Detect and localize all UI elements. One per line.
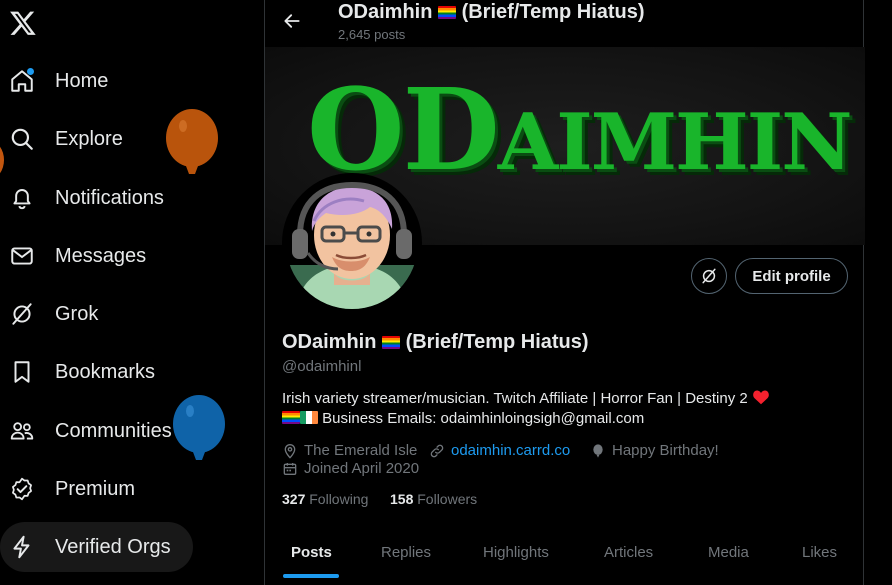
profile-handle: @odaimhinl xyxy=(282,358,362,375)
sidebar-item-explore[interactable]: Explore xyxy=(0,114,145,164)
back-button[interactable] xyxy=(279,8,305,34)
notification-dot xyxy=(27,68,34,75)
sidebar-item-verified-orgs[interactable]: Verified Orgs xyxy=(0,522,193,572)
sidebar-item-label: Verified Orgs xyxy=(55,535,171,558)
sidebar-item-label: Premium xyxy=(55,477,136,500)
avatar[interactable] xyxy=(282,173,422,313)
tab-posts[interactable]: Posts xyxy=(291,544,332,561)
tab-media[interactable]: Media xyxy=(708,544,749,561)
bio-line-2-text: Business Emails: odaimhinloingsigh@gmail… xyxy=(322,410,645,427)
birthday-text: Happy Birthday! xyxy=(612,442,719,459)
profile-column: ODaimhin (Brief/Temp Hiatus) 2,645 posts… xyxy=(264,0,865,585)
profile-display-name: ODaimhin (Brief/Temp Hiatus) xyxy=(282,331,589,354)
sidebar-item-label: Notifications xyxy=(55,186,164,209)
following-label: Following xyxy=(309,491,369,507)
profile-location: The Emerald Isle xyxy=(282,442,417,459)
joined-text: Joined April 2020 xyxy=(304,460,420,477)
banner-text-rest: AIMHIN xyxy=(497,97,853,188)
heart-icon xyxy=(753,390,769,405)
profile-tabs: Posts Replies Highlights Articles Media … xyxy=(265,532,865,585)
search-icon xyxy=(9,126,35,152)
orange-balloon-icon xyxy=(0,146,4,174)
tab-likes[interactable]: Likes xyxy=(802,544,837,561)
sidebar-nav: Home Explore Notifications Messages Grok… xyxy=(0,0,264,585)
profile-website: odaimhin.carrd.co xyxy=(429,442,570,459)
followers-count: 158 xyxy=(390,491,414,507)
link-icon xyxy=(429,443,445,459)
avatar-illustration-icon xyxy=(286,177,418,309)
x-logo-icon[interactable] xyxy=(9,9,37,37)
bio-line-1-text: Irish variety streamer/musician. Twitch … xyxy=(282,390,748,407)
sidebar-item-notifications[interactable]: Notifications xyxy=(0,173,186,223)
post-count: 2,645 posts xyxy=(338,27,406,42)
followers-link[interactable]: 158 Followers xyxy=(390,491,477,507)
bookmark-icon xyxy=(9,359,35,385)
envelope-icon xyxy=(9,243,35,269)
home-icon xyxy=(9,68,35,94)
edit-profile-button[interactable]: Edit profile xyxy=(735,258,848,294)
balloon-icon xyxy=(590,443,606,459)
profile-header-bar: ODaimhin (Brief/Temp Hiatus) 2,645 posts xyxy=(265,0,865,47)
profile-joined-date: Joined April 2020 xyxy=(282,460,419,477)
sidebar-item-label: Messages xyxy=(55,244,147,267)
grok-icon xyxy=(702,268,716,284)
sidebar-item-messages[interactable]: Messages xyxy=(0,231,168,281)
location-pin-icon xyxy=(282,443,298,459)
following-count: 327 xyxy=(282,491,306,507)
ireland-flag-icon xyxy=(300,411,318,424)
sidebar-item-communities[interactable]: Communities xyxy=(0,406,194,456)
location-text: The Emerald Isle xyxy=(304,442,418,459)
sidebar-item-grok[interactable]: Grok xyxy=(0,289,120,339)
sidebar-item-label: Home xyxy=(55,69,109,92)
sidebar-item-label: Explore xyxy=(55,127,123,150)
page-title-suffix: (Brief/Temp Hiatus) xyxy=(461,1,645,23)
blue-balloon-icon xyxy=(173,395,225,460)
website-link[interactable]: odaimhin.carrd.co xyxy=(451,442,570,459)
sidebar-item-label: Bookmarks xyxy=(55,360,156,383)
orange-balloon-icon xyxy=(166,109,218,174)
followers-label: Followers xyxy=(417,491,478,507)
tab-articles[interactable]: Articles xyxy=(604,544,653,561)
sidebar-item-premium[interactable]: Premium xyxy=(0,464,157,514)
display-name-suffix: (Brief/Temp Hiatus) xyxy=(405,331,589,353)
following-link[interactable]: 327 Following xyxy=(282,491,368,507)
sidebar-item-bookmarks[interactable]: Bookmarks xyxy=(0,347,177,397)
display-name-text: ODaimhin xyxy=(282,331,377,353)
back-arrow-icon xyxy=(284,14,300,28)
bell-icon xyxy=(9,185,35,211)
active-tab-indicator xyxy=(283,574,339,578)
bio-line-1: Irish variety streamer/musician. Twitch … xyxy=(282,389,770,407)
people-icon xyxy=(9,418,35,444)
sidebar-item-home[interactable]: Home xyxy=(0,56,130,106)
sidebar-item-label: Communities xyxy=(55,419,172,442)
bio-line-2: Business Emails: odaimhinloingsigh@gmail… xyxy=(282,410,644,427)
pride-flag-icon xyxy=(382,336,401,349)
tab-replies[interactable]: Replies xyxy=(381,544,431,561)
tab-highlights[interactable]: Highlights xyxy=(483,544,549,561)
lightning-icon xyxy=(9,534,35,560)
page-title: ODaimhin (Brief/Temp Hiatus) xyxy=(338,1,645,24)
sidebar-item-label: Grok xyxy=(55,302,99,325)
calendar-icon xyxy=(282,461,298,477)
grok-icon xyxy=(9,301,35,327)
grok-profile-button[interactable] xyxy=(691,258,727,294)
pride-flag-icon xyxy=(438,6,457,19)
pride-flag-icon xyxy=(282,411,300,424)
verified-badge-icon xyxy=(9,476,35,502)
page-title-name: ODaimhin xyxy=(338,1,433,23)
profile-birthday: Happy Birthday! xyxy=(590,442,719,459)
banner-logo-text: ODAIMHIN xyxy=(307,75,853,188)
